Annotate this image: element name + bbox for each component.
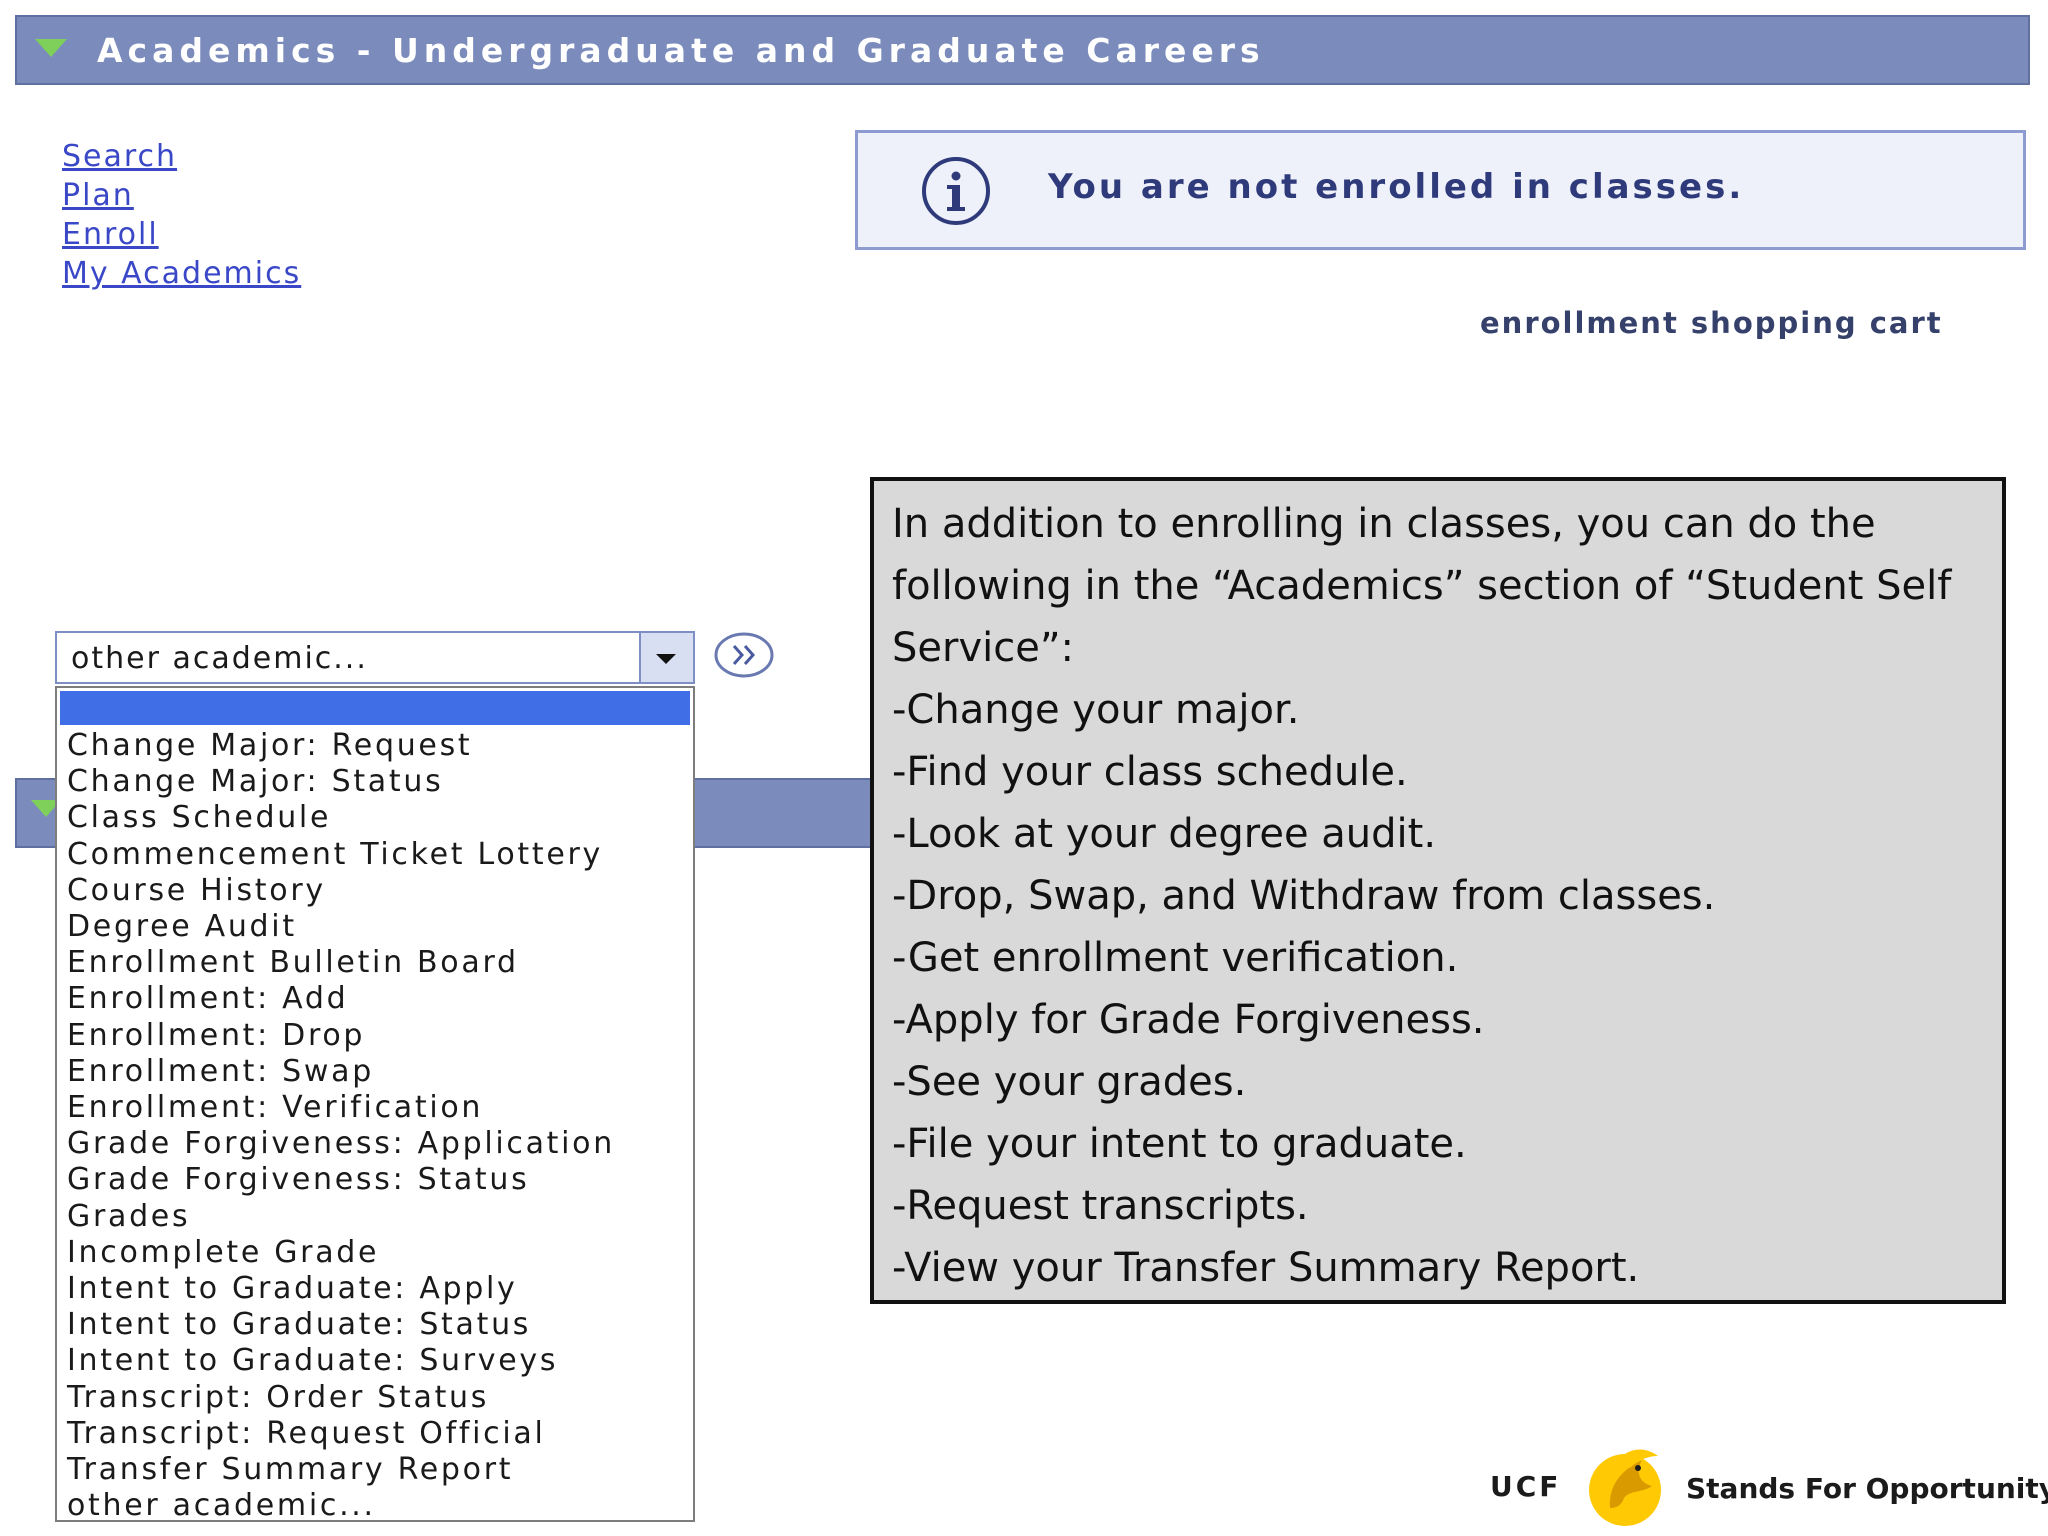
- dropdown-arrow-button[interactable]: [639, 633, 693, 682]
- option-grade-forgiveness-application[interactable]: Grade Forgiveness: Application: [67, 1126, 615, 1162]
- option-transfer-summary-report[interactable]: Transfer Summary Report: [67, 1452, 615, 1488]
- other-academic-select[interactable]: other academic...: [55, 631, 695, 684]
- option-other-academic[interactable]: other academic...: [67, 1488, 615, 1524]
- callout-item: -Find your class schedule.: [892, 749, 1408, 795]
- callout-item: -View your Transfer Summary Report.: [892, 1245, 1640, 1291]
- option-degree-audit[interactable]: Degree Audit: [67, 909, 615, 945]
- callout-intro: In addition to enrolling in classes, you…: [892, 501, 1952, 671]
- option-enrollment-add[interactable]: Enrollment: Add: [67, 981, 615, 1017]
- option-enrollment-swap[interactable]: Enrollment: Swap: [67, 1054, 615, 1090]
- option-incomplete-grade[interactable]: Incomplete Grade: [67, 1235, 615, 1271]
- option-enrollment-verification[interactable]: Enrollment: Verification: [67, 1090, 615, 1126]
- academics-nav: Search Plan Enroll My Academics: [62, 137, 301, 293]
- search-link[interactable]: Search: [62, 137, 301, 176]
- callout-item: -Get enrollment verification.: [892, 935, 1459, 981]
- option-intent-to-graduate-surveys[interactable]: Intent to Graduate: Surveys: [67, 1343, 615, 1379]
- ucf-wordmark: UCF: [1490, 1470, 1562, 1503]
- callout-item: -Apply for Grade Forgiveness.: [892, 997, 1485, 1043]
- option-transcript-order-status[interactable]: Transcript: Order Status: [67, 1380, 615, 1416]
- notice-message: You are not enrolled in classes.: [1048, 167, 1745, 207]
- option-transcript-request-official[interactable]: Transcript: Request Official: [67, 1416, 615, 1452]
- go-button[interactable]: [713, 631, 775, 679]
- select-options-list: Change Major: Request Change Major: Stat…: [55, 686, 695, 1524]
- footer-tagline: Stands For Opportunity: [1686, 1472, 2048, 1505]
- option-change-major-status[interactable]: Change Major: Status: [67, 764, 615, 800]
- my-academics-link[interactable]: My Academics: [62, 254, 301, 293]
- chevron-down-icon: [656, 654, 676, 664]
- plan-link[interactable]: Plan: [62, 176, 301, 215]
- option-commencement-ticket-lottery[interactable]: Commencement Ticket Lottery: [67, 837, 615, 873]
- enrollment-shopping-cart-link[interactable]: enrollment shopping cart: [1480, 306, 1943, 340]
- callout-item: -Change your major.: [892, 687, 1300, 733]
- section-header: Academics - Undergraduate and Graduate C…: [15, 15, 2030, 85]
- callout-item: -Look at your degree audit.: [892, 811, 1437, 857]
- option-intent-to-graduate-status[interactable]: Intent to Graduate: Status: [67, 1307, 615, 1343]
- option-grades[interactable]: Grades: [67, 1199, 615, 1235]
- callout-item: -Request transcripts.: [892, 1183, 1309, 1229]
- option-change-major-request[interactable]: Change Major: Request: [67, 728, 615, 764]
- enroll-link[interactable]: Enroll: [62, 215, 301, 254]
- callout-list: -Change your major. -Find your class sch…: [892, 679, 1715, 1299]
- collapse-triangle-icon[interactable]: [35, 39, 67, 57]
- ucf-footer: UCF Stands For Opportunity: [1490, 1430, 2048, 1530]
- section-title: Academics - Undergraduate and Graduate C…: [97, 31, 1265, 70]
- option-course-history[interactable]: Course History: [67, 873, 615, 909]
- select-value: other academic...: [71, 641, 368, 676]
- option-grade-forgiveness-status[interactable]: Grade Forgiveness: Status: [67, 1162, 615, 1198]
- callout-item: -Drop, Swap, and Withdraw from classes.: [892, 873, 1716, 919]
- highlighted-option[interactable]: [60, 691, 690, 725]
- option-enrollment-bulletin-board[interactable]: Enrollment Bulletin Board: [67, 945, 615, 981]
- pegasus-logo-icon: [1589, 1449, 1661, 1526]
- callout-item: -File your intent to graduate.: [892, 1121, 1467, 1167]
- option-class-schedule[interactable]: Class Schedule: [67, 800, 615, 836]
- callout-item: -See your grades.: [892, 1059, 1247, 1105]
- option-intent-to-graduate-apply[interactable]: Intent to Graduate: Apply: [67, 1271, 615, 1307]
- info-icon: [922, 157, 990, 225]
- enrollment-notice: You are not enrolled in classes.: [855, 130, 2026, 250]
- option-enrollment-drop[interactable]: Enrollment: Drop: [67, 1018, 615, 1054]
- info-callout: In addition to enrolling in classes, you…: [870, 477, 2006, 1304]
